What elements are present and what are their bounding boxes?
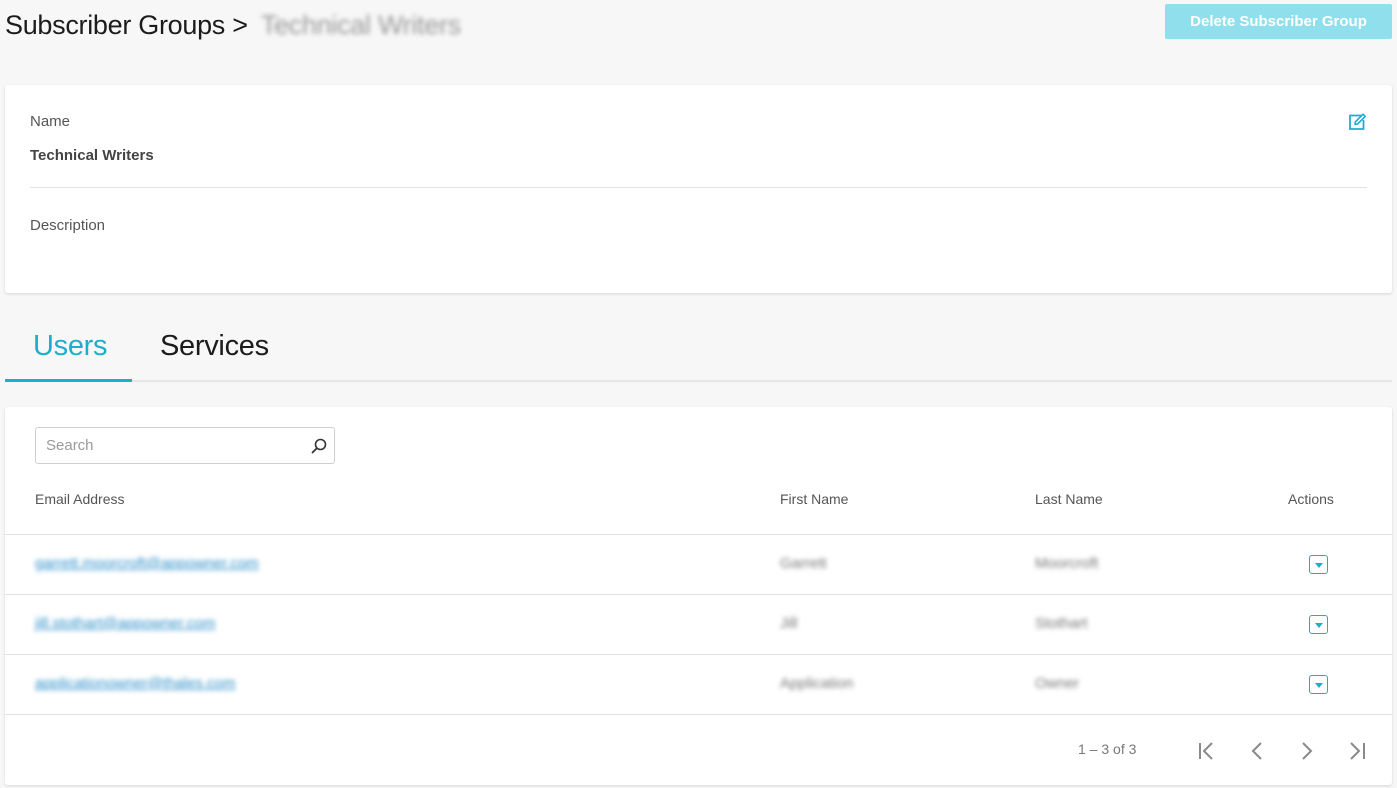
edit-icon[interactable] (1347, 112, 1367, 132)
chevron-left-icon[interactable] (1245, 740, 1269, 762)
first-name-cell: Application (780, 675, 854, 692)
group-details-card: Name Technical Writers Description (5, 85, 1392, 293)
search-box (35, 427, 335, 464)
details-divider (30, 187, 1367, 188)
column-header-first-name[interactable]: First Name (780, 491, 848, 507)
first-name-cell: Jill (780, 615, 798, 632)
email-link[interactable]: garrett.moorcroft@appowner.com (35, 555, 259, 572)
email-link[interactable]: jill.stothart@appowner.com (35, 615, 215, 632)
breadcrumb: Subscriber Groups > Technical Writers (5, 10, 461, 41)
last-name-cell: Stothart (1035, 615, 1088, 632)
tab-bar: Users Services (5, 320, 1392, 382)
table-row: applicationowner@thales.com Application … (5, 654, 1392, 714)
column-header-last-name[interactable]: Last Name (1035, 491, 1103, 507)
email-link[interactable]: applicationowner@thales.com (35, 675, 235, 692)
description-label: Description (30, 217, 106, 234)
breadcrumb-separator: > (232, 10, 248, 40)
chevron-right-icon[interactable] (1295, 740, 1319, 762)
table-row: jill.stothart@appowner.com Jill Stothart (5, 594, 1392, 654)
last-name-cell: Owner (1035, 675, 1080, 692)
delete-subscriber-group-button[interactable]: Delete Subscriber Group (1165, 4, 1392, 39)
last-page-icon[interactable] (1345, 740, 1369, 762)
breadcrumb-current: Technical Writers (260, 10, 461, 40)
column-header-actions: Actions (1288, 491, 1334, 507)
row-actions-dropdown-icon[interactable] (1309, 675, 1328, 694)
last-name-cell: Moorcroft (1035, 555, 1099, 572)
first-page-icon[interactable] (1195, 740, 1219, 762)
tab-services[interactable]: Services (160, 330, 269, 363)
active-tab-indicator (5, 379, 132, 382)
row-actions-dropdown-icon[interactable] (1309, 615, 1328, 634)
users-table-card: Email Address First Name Last Name Actio… (5, 407, 1392, 785)
page-header: Subscriber Groups > Technical Writers De… (5, 4, 1392, 48)
table-row: garrett.moorcroft@appowner.com Garrett M… (5, 534, 1392, 594)
name-value: Technical Writers (30, 147, 154, 164)
tab-users[interactable]: Users (33, 330, 108, 363)
name-label: Name (30, 113, 71, 130)
table-footer-divider (5, 714, 1392, 715)
pagination-range: 1 – 3 of 3 (1078, 741, 1137, 757)
first-name-cell: Garrett (780, 555, 827, 572)
row-actions-dropdown-icon[interactable] (1309, 555, 1328, 574)
breadcrumb-root[interactable]: Subscriber Groups (5, 10, 225, 40)
search-icon[interactable] (310, 437, 328, 455)
column-header-email[interactable]: Email Address (35, 491, 124, 507)
search-input[interactable] (46, 428, 296, 463)
